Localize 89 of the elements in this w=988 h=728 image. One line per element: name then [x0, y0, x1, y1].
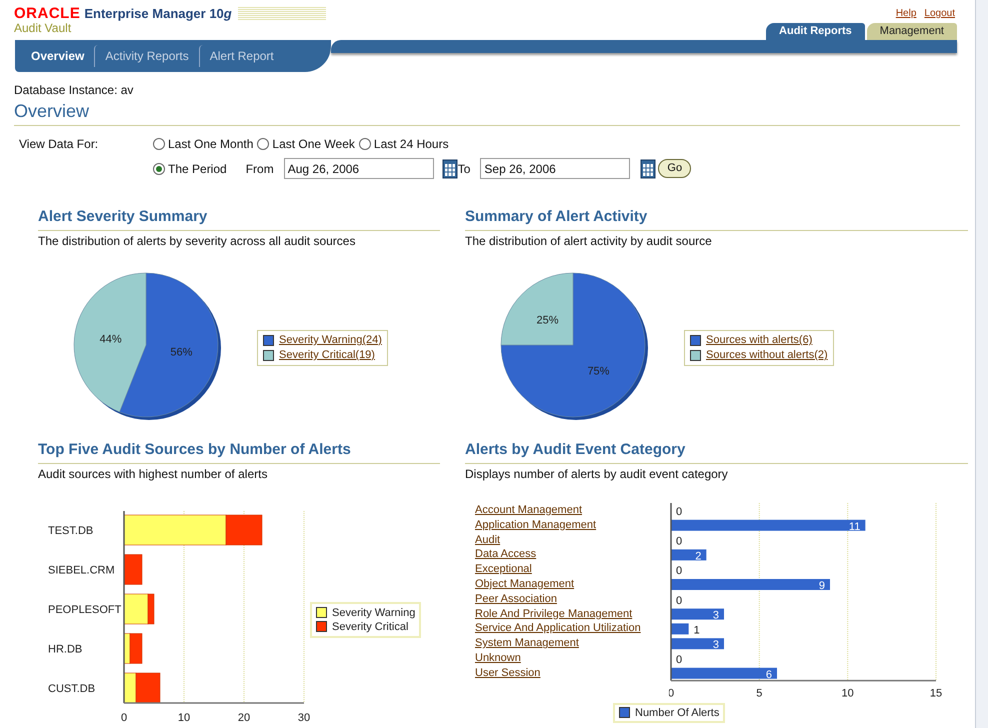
category-label: HR.DB: [48, 644, 82, 656]
section-title: Top Five Audit Sources by Number of Alerts: [38, 441, 351, 458]
category-label: SIEBEL.CRM: [48, 564, 115, 576]
axis-tick-label: 30: [298, 712, 310, 724]
database-instance: Database Instance: av: [14, 82, 134, 99]
category-link[interactable]: System Management: [475, 636, 579, 651]
axis-tick-label: 20: [238, 712, 250, 724]
main-tab[interactable]: Management: [866, 23, 957, 40]
category-link[interactable]: Account Management: [475, 503, 582, 518]
value-label: 0: [676, 536, 682, 548]
category-link[interactable]: Data Access: [475, 547, 536, 562]
section-description: The distribution of alerts by severity across all audit sources: [38, 233, 356, 250]
bar: [671, 623, 689, 634]
header-link[interactable]: Help: [896, 6, 916, 21]
slice-label: 44%: [100, 333, 122, 346]
radio-button[interactable]: [257, 138, 270, 150]
slice-label: 25%: [536, 314, 559, 327]
legend-link[interactable]: Severity Critical(19): [279, 348, 375, 363]
product-name: Enterprise Manager 10g: [84, 6, 232, 22]
category-link[interactable]: Service And Application Utilization: [475, 621, 641, 636]
main-tab[interactable]: Audit Reports: [766, 23, 865, 40]
to-label: To: [458, 160, 470, 178]
value-label: 1: [694, 624, 700, 636]
category-link[interactable]: Application Management: [475, 518, 596, 533]
go-button[interactable]: Go: [658, 159, 692, 178]
category-label: PEOPLESOFT: [48, 604, 122, 616]
radio-label: Last 24 Hours: [374, 136, 449, 153]
oracle-logo: ORACLE: [14, 6, 80, 22]
section-title: Alert Severity Summary: [38, 208, 208, 225]
category-link[interactable]: Peer Association: [475, 592, 557, 607]
radio-button[interactable]: [153, 138, 165, 150]
value-label: 3: [712, 610, 719, 622]
page-title: Overview: [14, 101, 90, 121]
calendar-icon[interactable]: [640, 158, 656, 178]
calendar-icon[interactable]: [442, 158, 458, 178]
radio-label: Last One Month: [168, 136, 254, 153]
category-link[interactable]: User Session: [475, 666, 540, 681]
value-label: 11: [848, 520, 860, 533]
legend-link[interactable]: Sources without alerts(2): [706, 348, 828, 363]
category-link[interactable]: Role And Privilege Management: [475, 606, 632, 622]
radio-label: The Period: [168, 160, 227, 178]
value-label: 0: [676, 565, 682, 578]
category-label: CUST.DB: [48, 683, 96, 695]
legend-label: Severity Warning: [332, 606, 416, 620]
axis-tick-label: 10: [842, 688, 854, 700]
axis-tick-label: 15: [930, 688, 942, 700]
value-label: 3: [712, 639, 719, 652]
app-subtitle: Audit Vault: [14, 22, 72, 35]
radio-label: Last One Week: [272, 136, 355, 153]
value-label: 9: [818, 580, 825, 592]
value-label: 0: [676, 506, 682, 518]
legend-link[interactable]: Severity Warning(24): [279, 333, 382, 348]
category-link[interactable]: Exceptional: [475, 562, 532, 577]
scrollbar[interactable]: [975, 0, 988, 728]
value-label: 0: [676, 594, 682, 607]
subtab[interactable]: Alert Report: [198, 45, 284, 67]
subtab[interactable]: Activity Reports: [94, 45, 199, 67]
radio-button[interactable]: [153, 162, 165, 174]
axis-tick-label: 0: [120, 712, 128, 724]
header-link[interactable]: Logout: [924, 6, 955, 21]
slice-label: 75%: [587, 365, 610, 378]
from-date-field[interactable]: Aug 26, 2006: [284, 158, 434, 179]
bar-segment: [124, 554, 142, 585]
slice-label: 56%: [170, 346, 192, 359]
legend-label: Severity Critical: [332, 620, 408, 634]
bar: [671, 608, 724, 620]
subtab[interactable]: Overview: [21, 45, 94, 67]
bar: [671, 638, 724, 650]
bar: [671, 549, 706, 560]
section-description: Audit sources with highest number of alerts: [38, 466, 268, 483]
value-label: 6: [766, 668, 772, 681]
section-title: Alerts by Audit Event Category: [465, 441, 686, 458]
value-label: 0: [676, 654, 682, 666]
legend-label: Number Of Alerts: [635, 706, 720, 720]
to-date-field[interactable]: Sep 26, 2006: [480, 158, 630, 179]
legend-link[interactable]: Sources with alerts(6): [706, 333, 812, 348]
radio-button[interactable]: [358, 138, 371, 150]
from-label: From: [246, 160, 274, 178]
filter-label: View Data For:: [19, 136, 100, 153]
section-description: The distribution of alert activity by audit source: [465, 233, 713, 250]
category-label: TEST.DB: [48, 525, 94, 537]
section-title: Summary of Alert Activity: [465, 208, 648, 225]
category-link[interactable]: Object Management: [475, 576, 574, 592]
category-link[interactable]: Unknown: [475, 650, 521, 666]
axis-tick-label: 5: [756, 688, 762, 700]
axis-tick-label: 10: [178, 712, 190, 724]
section-description: Displays number of alerts by audit event category: [465, 466, 729, 483]
value-label: 2: [695, 550, 702, 562]
category-link[interactable]: Audit: [475, 532, 500, 548]
